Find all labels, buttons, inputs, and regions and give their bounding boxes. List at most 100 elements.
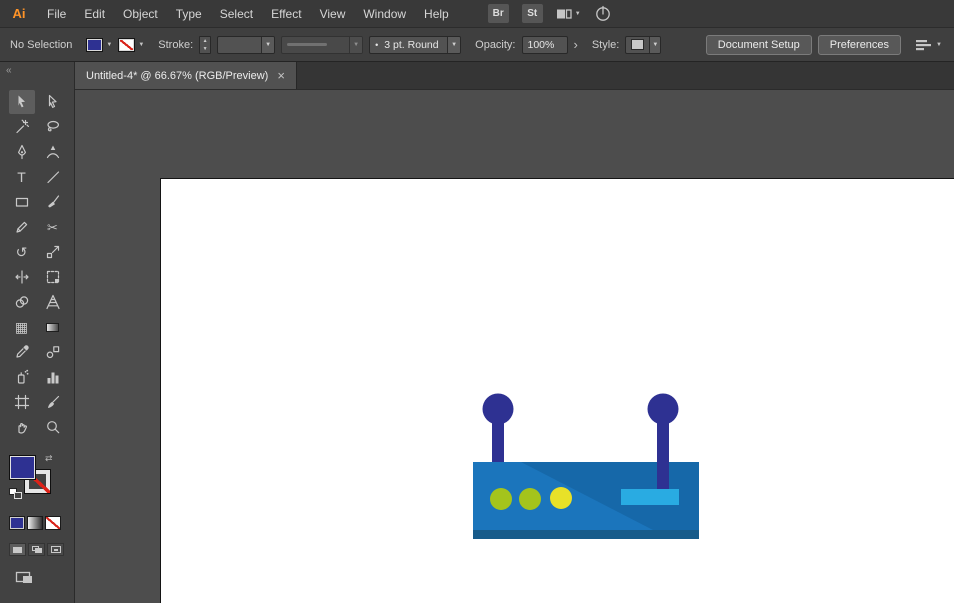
chevron-down-icon[interactable]: ▼ xyxy=(138,42,144,48)
chevron-down-icon[interactable]: ▼ xyxy=(575,11,581,17)
menu-select[interactable]: Select xyxy=(211,0,262,28)
stroke-color-control[interactable]: ▼ xyxy=(118,38,144,52)
document-tab-title: Untitled-4* @ 66.67% (RGB/Preview) xyxy=(86,70,268,82)
tool-grid: T ✂ ↺ ▦ xyxy=(0,90,74,439)
align-icon xyxy=(915,38,933,52)
eyedropper-tool[interactable] xyxy=(9,340,35,364)
opacity-value: 100% xyxy=(523,39,567,51)
chevron-down-icon[interactable]: ▼ xyxy=(936,42,942,48)
opacity-field[interactable]: 100% xyxy=(522,36,568,54)
menu-edit[interactable]: Edit xyxy=(75,0,114,28)
fill-swatch[interactable] xyxy=(86,38,103,52)
menu-type[interactable]: Type xyxy=(167,0,211,28)
fill-stroke-cluster: ⇄ xyxy=(9,455,63,501)
screen-mode-icon xyxy=(15,570,37,586)
stroke-weight-stepper[interactable]: ▲ ▼ xyxy=(199,36,211,54)
draw-inside-button[interactable] xyxy=(47,543,64,556)
gradient-tool[interactable] xyxy=(40,315,66,339)
menu-window[interactable]: Window xyxy=(354,0,415,28)
menu-view[interactable]: View xyxy=(311,0,355,28)
canvas-pasteboard[interactable] xyxy=(75,90,954,603)
draw-normal-button[interactable] xyxy=(9,543,26,556)
symbol-sprayer-tool[interactable] xyxy=(9,365,35,389)
perspective-grid-tool[interactable] xyxy=(40,290,66,314)
brush-preview-dot: • xyxy=(375,40,378,50)
mesh-tool[interactable]: ▦ xyxy=(9,315,35,339)
led-3[interactable] xyxy=(550,487,572,509)
rectangle-tool[interactable] xyxy=(9,190,35,214)
align-control[interactable]: ▼ xyxy=(915,38,942,52)
document-tab[interactable]: Untitled-4* @ 66.67% (RGB/Preview) × xyxy=(75,62,297,89)
touch-workspace-icon[interactable] xyxy=(594,5,612,22)
illustrator-window: { "menu_bar": { "logo_text": "Ai", "item… xyxy=(0,0,954,603)
chevron-down-icon[interactable]: ▼ xyxy=(447,37,460,53)
artboard[interactable] xyxy=(160,178,954,603)
fill-color-control[interactable]: ▼ xyxy=(86,38,112,52)
opacity-panel-arrow-icon[interactable]: › xyxy=(574,38,578,51)
antenna-left-cap[interactable] xyxy=(483,394,514,425)
fill-color-swatch[interactable] xyxy=(9,455,36,480)
stepper-up-icon[interactable]: ▲ xyxy=(200,37,210,45)
brush-definition-select[interactable]: • 3 pt. Round ▼ xyxy=(369,36,461,54)
color-mode-button[interactable] xyxy=(9,516,25,530)
menu-effect[interactable]: Effect xyxy=(262,0,310,28)
selection-tool[interactable] xyxy=(9,90,35,114)
led-2[interactable] xyxy=(519,488,541,510)
rotate-tool[interactable]: ↺ xyxy=(9,240,35,264)
style-select[interactable]: ▼ xyxy=(625,36,661,54)
direct-selection-tool[interactable] xyxy=(40,90,66,114)
menu-help[interactable]: Help xyxy=(415,0,458,28)
line-segment-tool[interactable] xyxy=(40,165,66,189)
router-port[interactable] xyxy=(621,489,679,505)
shape-builder-tool[interactable] xyxy=(9,290,35,314)
blend-tool[interactable] xyxy=(40,340,66,364)
led-1[interactable] xyxy=(490,488,512,510)
router-base[interactable] xyxy=(473,530,699,539)
collapse-panel-button[interactable]: « xyxy=(0,62,74,78)
curvature-tool[interactable] xyxy=(40,140,66,164)
menu-object[interactable]: Object xyxy=(114,0,167,28)
default-fill-stroke-icon[interactable] xyxy=(9,488,23,500)
arrange-documents-control[interactable]: ▼ xyxy=(556,7,581,21)
menu-file[interactable]: File xyxy=(38,0,75,28)
column-graph-tool[interactable] xyxy=(40,365,66,389)
close-icon[interactable]: × xyxy=(277,69,285,82)
shaper-tool[interactable] xyxy=(9,215,35,239)
type-tool[interactable]: T xyxy=(9,165,35,189)
width-tool[interactable] xyxy=(9,265,35,289)
uniform-profile-preview xyxy=(287,43,327,46)
lasso-tool[interactable] xyxy=(40,115,66,139)
artboard-tool[interactable] xyxy=(9,390,35,414)
scale-tool[interactable] xyxy=(40,240,66,264)
hand-tool[interactable] xyxy=(9,415,35,439)
chevron-down-icon[interactable]: ▼ xyxy=(106,42,112,48)
draw-behind-button[interactable] xyxy=(28,543,45,556)
pen-tool[interactable] xyxy=(9,140,35,164)
change-screen-mode-button[interactable] xyxy=(13,569,39,587)
chevron-down-icon[interactable]: ▼ xyxy=(261,37,274,53)
paintbrush-tool[interactable] xyxy=(40,190,66,214)
menu-bar: Ai File Edit Object Type Select Effect V… xyxy=(0,0,954,28)
scissors-tool[interactable]: ✂ xyxy=(40,215,66,239)
document-setup-button[interactable]: Document Setup xyxy=(706,35,812,55)
stroke-weight-select[interactable]: ▼ xyxy=(217,36,275,54)
antenna-right-cap[interactable] xyxy=(648,394,679,425)
bridge-button[interactable]: Br xyxy=(488,4,509,23)
magic-wand-tool[interactable] xyxy=(9,115,35,139)
stock-button[interactable]: St xyxy=(522,4,543,23)
none-mode-button[interactable] xyxy=(45,516,61,530)
stroke-swatch[interactable] xyxy=(118,38,135,52)
preferences-button[interactable]: Preferences xyxy=(818,35,901,55)
chevron-down-icon[interactable]: ▼ xyxy=(649,37,660,53)
opacity-label: Opacity: xyxy=(475,39,515,51)
zoom-tool[interactable] xyxy=(40,415,66,439)
width-profile-select: ▼ xyxy=(281,36,363,54)
swap-fill-stroke-icon[interactable]: ⇄ xyxy=(45,453,53,464)
slice-tool[interactable] xyxy=(40,390,66,414)
stepper-down-icon[interactable]: ▼ xyxy=(200,45,210,53)
gradient-mode-button[interactable] xyxy=(27,516,43,530)
chevron-down-icon: ▼ xyxy=(349,37,362,53)
router-illustration[interactable] xyxy=(473,393,699,539)
menu-bar-icons: Br St ▼ xyxy=(488,4,612,23)
free-transform-tool[interactable] xyxy=(40,265,66,289)
